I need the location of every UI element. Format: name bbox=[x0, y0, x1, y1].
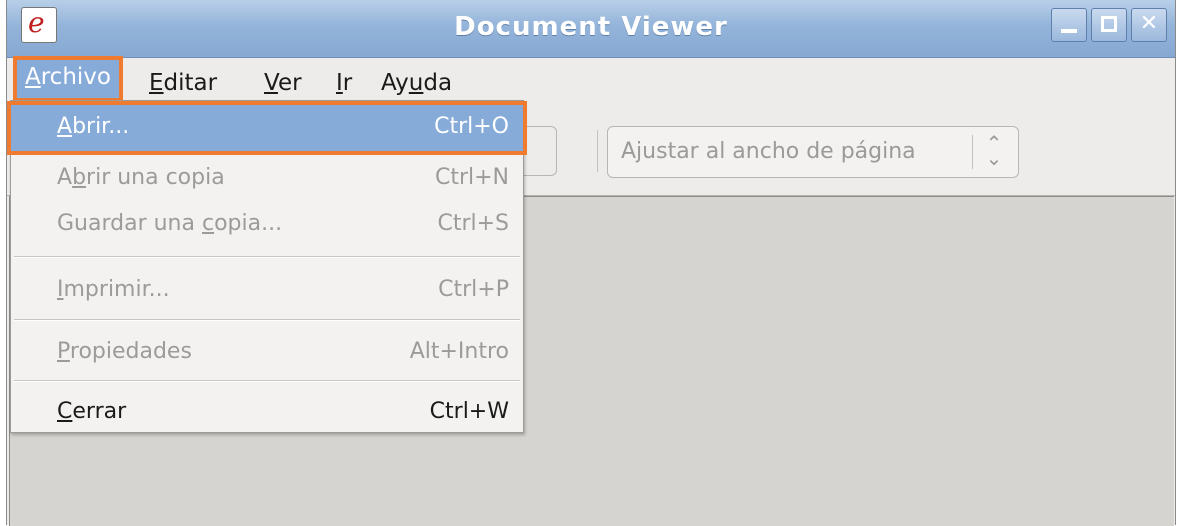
minimize-icon bbox=[1061, 29, 1077, 33]
close-button[interactable]: ✕ bbox=[1131, 8, 1167, 42]
menuitem-propiedades[interactable]: Propiedades Alt+Intro bbox=[11, 327, 523, 377]
close-icon: ✕ bbox=[1139, 11, 1159, 36]
menuitem-abrir[interactable]: Abrir... Ctrl+O bbox=[7, 101, 527, 155]
menu-separator bbox=[14, 380, 520, 382]
shortcut-label: Ctrl+S bbox=[437, 211, 509, 236]
zoom-value: Ajustar al ancho de página bbox=[621, 139, 916, 164]
menu-editar[interactable]: Editar bbox=[141, 66, 225, 100]
minimize-button[interactable] bbox=[1051, 8, 1087, 42]
shortcut-label: Ctrl+W bbox=[429, 399, 509, 424]
menu-separator bbox=[14, 319, 520, 321]
maximize-icon bbox=[1101, 16, 1117, 32]
window-title: Document Viewer bbox=[454, 12, 728, 42]
shortcut-label: Alt+Intro bbox=[409, 339, 509, 364]
menuitem-imprimir[interactable]: Imprimir... Ctrl+P bbox=[11, 265, 523, 315]
menuitem-guardar-una-copia[interactable]: Guardar una copia... Ctrl+S bbox=[11, 199, 523, 249]
shortcut-label: Ctrl+N bbox=[434, 165, 509, 190]
menuitem-abrir-una-copia[interactable]: Abrir una copia Ctrl+N bbox=[11, 153, 523, 203]
menu-bar: Archivo Editar Ver Ir Ayuda bbox=[7, 56, 1175, 105]
toolbar-separator bbox=[597, 130, 598, 172]
menu-ver[interactable]: Ver bbox=[256, 66, 310, 100]
shortcut-label: Ctrl+P bbox=[438, 277, 509, 302]
archivo-dropdown-menu: Abrir... Ctrl+O Abrir una copia Ctrl+N G… bbox=[7, 100, 527, 433]
menu-ayuda[interactable]: Ayuda bbox=[373, 66, 460, 100]
menuitem-cerrar[interactable]: Cerrar Ctrl+W bbox=[11, 387, 523, 437]
title-bar[interactable]: e Document Viewer ✕ bbox=[7, 0, 1175, 58]
zoom-combobox[interactable]: Ajustar al ancho de página ⌃ ⌄ bbox=[607, 126, 1019, 178]
menu-archivo[interactable]: Archivo bbox=[13, 56, 123, 102]
menu-separator bbox=[14, 256, 520, 258]
zoom-divider bbox=[972, 135, 973, 169]
menu-ir[interactable]: Ir bbox=[328, 66, 360, 100]
shortcut-label: Ctrl+O bbox=[434, 114, 509, 139]
maximize-button[interactable] bbox=[1091, 8, 1127, 42]
updown-arrows-icon[interactable]: ⌃ ⌄ bbox=[982, 133, 1006, 168]
